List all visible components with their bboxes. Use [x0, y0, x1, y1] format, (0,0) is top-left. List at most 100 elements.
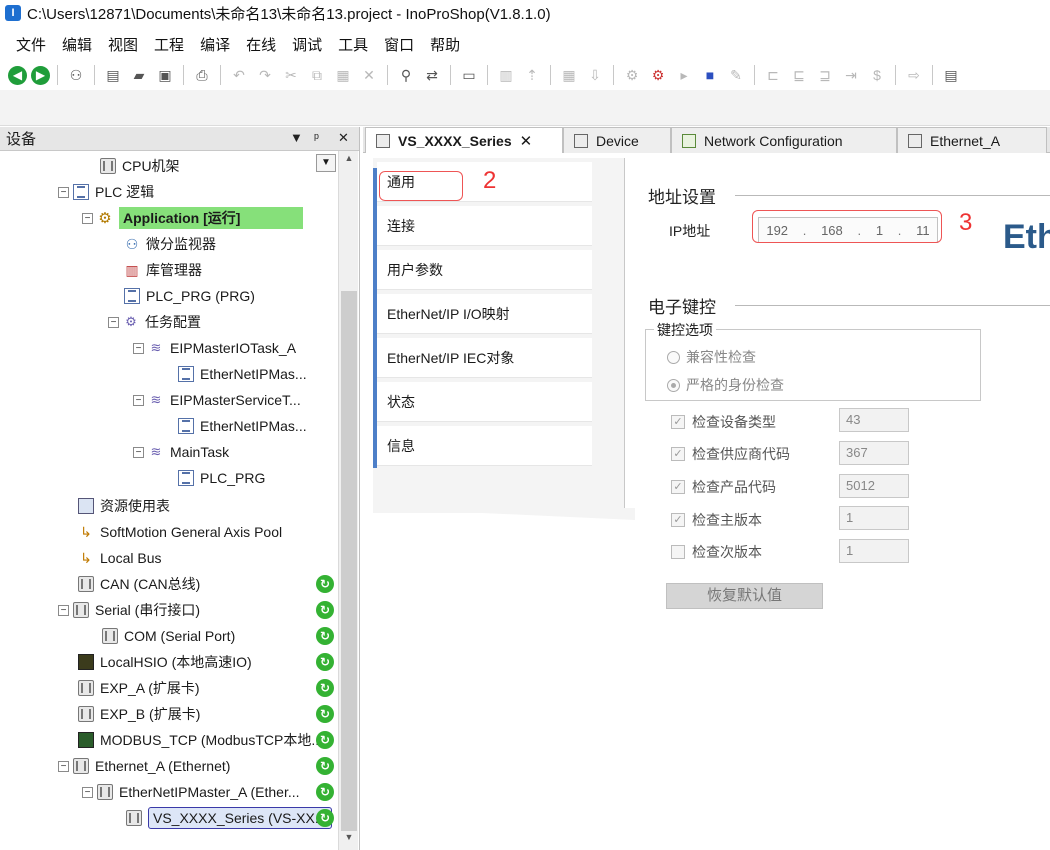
- nav-user-params[interactable]: 用户参数: [377, 250, 592, 290]
- export-icon[interactable]: ⇡: [521, 64, 543, 86]
- tree-item-vs-series[interactable]: VS_XXXX_Series (VS-XX...: [126, 806, 332, 830]
- radio-compatibility-check[interactable]: 兼容性检查: [667, 347, 756, 367]
- reset-icon[interactable]: $: [866, 64, 888, 86]
- select-all-icon[interactable]: ▭: [458, 64, 480, 86]
- start-icon[interactable]: ▸: [673, 64, 695, 86]
- tab-network-configuration[interactable]: Network Configuration: [671, 127, 897, 153]
- download-icon[interactable]: ⇩: [584, 64, 606, 86]
- tree-item-serial[interactable]: − Serial (串行接口): [58, 598, 200, 622]
- menu-project[interactable]: 工程: [146, 34, 192, 55]
- grid-icon[interactable]: ▦: [558, 64, 580, 86]
- menu-tools[interactable]: 工具: [330, 34, 376, 55]
- radio-circle[interactable]: [667, 350, 680, 364]
- menu-online[interactable]: 在线: [238, 34, 284, 55]
- collapse-icon[interactable]: −: [82, 786, 93, 798]
- replace-icon[interactable]: ⇄: [421, 64, 443, 86]
- checkbox-checked[interactable]: ✓: [671, 447, 685, 461]
- tab-vs-series[interactable]: VS_XXXX_Series ✕: [365, 127, 563, 153]
- check-vendor-code[interactable]: ✓ 检查供应商代码: [671, 444, 790, 464]
- menu-edit[interactable]: 编辑: [54, 34, 100, 55]
- check-minor-version[interactable]: 检查次版本: [671, 542, 762, 562]
- collapse-icon[interactable]: −: [82, 212, 93, 224]
- nav-io-mapping[interactable]: EtherNet/IP I/O映射: [377, 294, 592, 334]
- collapse-icon[interactable]: −: [133, 394, 144, 406]
- checkbox-checked[interactable]: ✓: [671, 480, 685, 494]
- nav-status[interactable]: 状态: [377, 382, 592, 422]
- menu-help[interactable]: 帮助: [422, 34, 468, 55]
- menu-file[interactable]: 文件: [8, 34, 54, 55]
- scroll-down-icon[interactable]: ▼: [339, 832, 359, 848]
- tree-item-program-call[interactable]: EtherNetIPMas...: [178, 362, 307, 386]
- step-over-icon[interactable]: ⊑: [788, 64, 810, 86]
- back-icon[interactable]: ◀: [8, 65, 27, 85]
- collapse-icon[interactable]: −: [58, 186, 69, 198]
- tree-item-program-call[interactable]: EtherNetIPMas...: [178, 414, 307, 438]
- tree-item-axis-pool[interactable]: ↳ SoftMotion General Axis Pool: [78, 520, 282, 544]
- tree-item-application[interactable]: − ⚙ Application [运行]: [82, 206, 303, 230]
- tree-item-localhsio[interactable]: LocalHSIO (本地高速IO): [78, 650, 252, 674]
- collapse-icon[interactable]: −: [108, 316, 119, 328]
- device-type-value[interactable]: 43: [839, 408, 909, 432]
- tree-item-com[interactable]: COM (Serial Port): [102, 624, 235, 648]
- check-device-type[interactable]: ✓ 检查设备类型: [671, 412, 776, 432]
- tree-item-program-call[interactable]: PLC_PRG: [178, 466, 265, 490]
- tree-item-task[interactable]: − ≋ EIPMasterIOTask_A: [133, 336, 296, 360]
- menu-view[interactable]: 视图: [100, 34, 146, 55]
- nav-iec-objects[interactable]: EtherNet/IP IEC对象: [377, 338, 592, 378]
- tree-item-modbus-tcp[interactable]: MODBUS_TCP (ModbusTCP本地...: [78, 728, 323, 752]
- tree-item-local-bus[interactable]: ↳ Local Bus: [78, 546, 161, 570]
- check-product-code[interactable]: ✓ 检查产品代码: [671, 477, 776, 497]
- copy-icon[interactable]: ⧉: [306, 64, 328, 86]
- checkbox-checked[interactable]: ✓: [671, 513, 685, 527]
- restore-defaults-button[interactable]: 恢复默认值: [666, 583, 823, 609]
- settings-icon[interactable]: ▤: [940, 64, 962, 86]
- tree-item-ethernetip-master[interactable]: − EtherNetIPMaster_A (Ether...: [82, 780, 300, 804]
- minor-version-value[interactable]: 1: [839, 539, 909, 563]
- edit-icon[interactable]: ✎: [725, 64, 747, 86]
- arrow-right-icon[interactable]: ⇨: [903, 64, 925, 86]
- tree-item-exp-a[interactable]: EXP_A (扩展卡): [78, 676, 200, 700]
- scrollbar-thumb[interactable]: [341, 291, 357, 831]
- pin-icon[interactable]: ᵖ: [314, 130, 319, 145]
- checkbox-checked[interactable]: ✓: [671, 415, 685, 429]
- menu-debug[interactable]: 调试: [284, 34, 330, 55]
- close-panel-icon[interactable]: ✕: [338, 130, 349, 146]
- save-icon[interactable]: ▣: [154, 64, 176, 86]
- stop-icon[interactable]: ■: [699, 64, 721, 86]
- check-major-version[interactable]: ✓ 检查主版本: [671, 510, 762, 530]
- product-code-value[interactable]: 5012: [839, 474, 909, 498]
- menu-build[interactable]: 编译: [192, 34, 238, 55]
- tree-item-ethernet-a[interactable]: − Ethernet_A (Ethernet): [58, 754, 230, 778]
- build-icon[interactable]: ▥: [495, 64, 517, 86]
- collapse-icon[interactable]: −: [133, 342, 144, 354]
- panel-menu-icon[interactable]: ▼: [290, 130, 303, 145]
- delete-icon[interactable]: ✕: [358, 64, 380, 86]
- tree-item-library-manager[interactable]: ▥ 库管理器: [124, 258, 202, 282]
- radio-circle-selected[interactable]: [667, 378, 680, 392]
- nav-info[interactable]: 信息: [377, 426, 592, 466]
- tree-item-task-config[interactable]: − ⚙ 任务配置: [108, 310, 201, 334]
- tab-device[interactable]: Device: [563, 127, 671, 153]
- tree-item-monitor[interactable]: ⚇ 微分监视器: [124, 232, 216, 256]
- tree-item-cpu-rack[interactable]: CPU机架: [100, 154, 180, 178]
- redo-icon[interactable]: ↷: [254, 64, 276, 86]
- collapse-icon[interactable]: −: [58, 604, 69, 616]
- major-version-value[interactable]: 1: [839, 506, 909, 530]
- print-icon[interactable]: ⎙: [191, 64, 213, 86]
- close-tab-icon[interactable]: ✕: [520, 132, 533, 150]
- step-into-icon[interactable]: ⊒: [814, 64, 836, 86]
- step-out-icon[interactable]: ⇥: [840, 64, 862, 86]
- cut-icon[interactable]: ✂: [280, 64, 302, 86]
- collapse-icon[interactable]: −: [58, 760, 69, 772]
- vendor-code-value[interactable]: 367: [839, 441, 909, 465]
- tab-ethernet-a[interactable]: Ethernet_A: [897, 127, 1047, 153]
- tree-item-resource-table[interactable]: 资源使用表: [78, 494, 170, 518]
- tree-item-task[interactable]: − ≋ MainTask: [133, 440, 229, 464]
- scroll-up-icon[interactable]: ▲: [339, 153, 359, 169]
- new-file-icon[interactable]: ▤: [102, 64, 124, 86]
- tree-item-plc-prg[interactable]: PLC_PRG (PRG): [124, 284, 255, 308]
- tree-item-plc-logic[interactable]: − PLC 逻辑: [58, 180, 154, 204]
- logout-icon[interactable]: ⚙: [647, 64, 669, 86]
- tree-scrollbar[interactable]: ▲ ▼: [338, 151, 358, 850]
- open-folder-icon[interactable]: ▰: [128, 64, 150, 86]
